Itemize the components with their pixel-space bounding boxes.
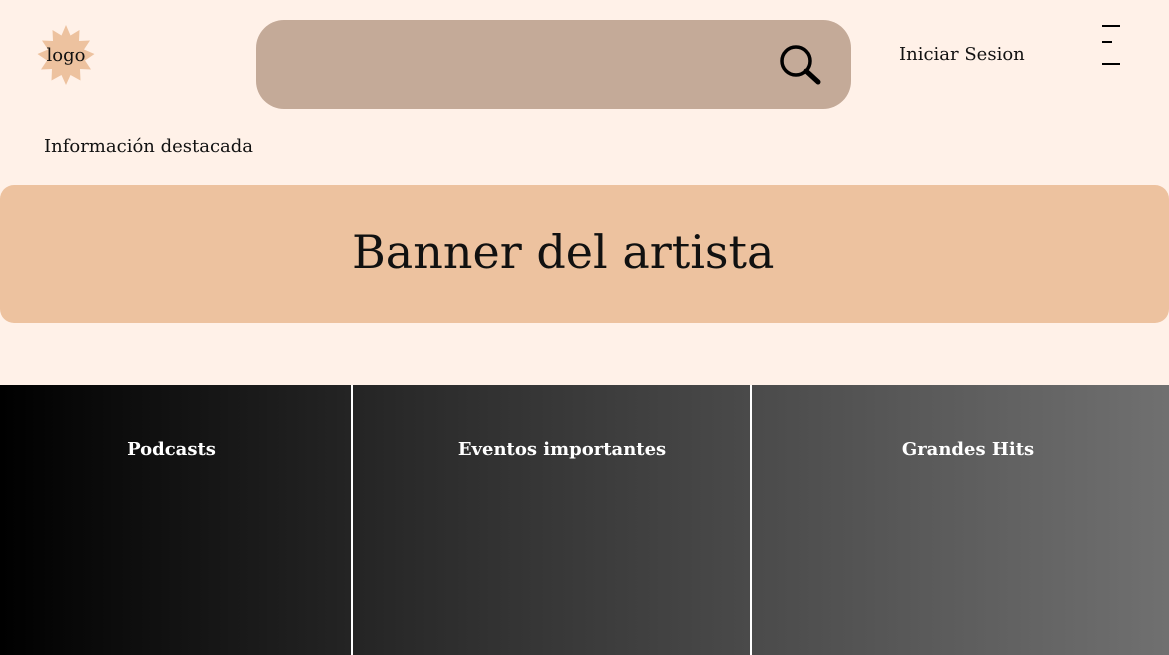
section-label: Eventos importantes: [457, 439, 667, 460]
section-label: Podcasts: [127, 439, 216, 460]
login-link[interactable]: Iniciar Sesion: [899, 44, 1025, 65]
section-eventos[interactable]: Eventos importantes: [353, 385, 750, 655]
section-grandes-hits[interactable]: Grandes Hits: [752, 385, 1169, 655]
section-label: Grandes Hits: [901, 439, 1035, 460]
banner-title: Banner del artista: [352, 225, 775, 279]
section-strip: Podcasts Eventos importantes Grandes Hit…: [0, 385, 1169, 655]
search-bar: [256, 20, 851, 109]
logo-text: logo: [46, 45, 86, 66]
section-podcasts[interactable]: Podcasts: [0, 385, 351, 655]
logo[interactable]: logo: [33, 25, 99, 87]
featured-info-label: Información destacada: [44, 136, 254, 157]
menu-icon[interactable]: [1098, 22, 1124, 68]
search-input[interactable]: [280, 42, 764, 88]
artist-banner[interactable]: Banner del artista: [0, 185, 1169, 323]
search-icon[interactable]: [776, 42, 824, 88]
